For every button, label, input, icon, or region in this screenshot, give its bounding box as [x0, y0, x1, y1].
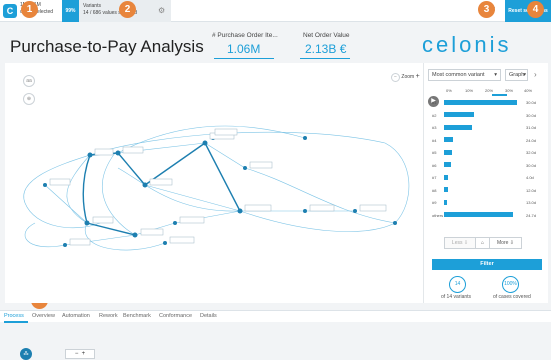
variant-list: #1 30.0d #2 30.0d #3 31.0d #4 24.0d #5 32.0d #6 30.…: [432, 98, 536, 284]
variant-dropdown-value: Most common variant: [432, 72, 485, 78]
chevron-down-icon: ▾: [494, 72, 497, 78]
variant-row-label: #2: [432, 112, 437, 118]
variant-row-bar[interactable]: [444, 112, 474, 117]
variant-row-throughput: 24.0d: [526, 137, 537, 143]
tab-overview[interactable]: Overview: [32, 313, 55, 319]
variant-row-bar[interactable]: [444, 137, 454, 142]
variant-row-label: #6: [432, 162, 437, 168]
zoom-in-button[interactable]: +: [416, 73, 420, 80]
gear-icon[interactable]: ⚙: [158, 6, 165, 15]
more-label: More: [497, 240, 509, 246]
page-title: Purchase-to-Pay Analysis: [10, 37, 204, 56]
variant-row-label: #9: [432, 200, 437, 205]
variant-row-throughput: 12.0d: [526, 187, 537, 193]
home-icon[interactable]: ⌂: [476, 237, 490, 249]
variant-row-throughput: 13.0d: [526, 200, 537, 205]
variant-row-throughput: 30.0d: [526, 100, 537, 105]
variant-row-label: #4: [432, 137, 437, 143]
chevron-down-icon: ▾: [523, 72, 526, 78]
variant-row-bar[interactable]: [444, 174, 448, 180]
variant-row-throughput: 4.0d: [526, 175, 534, 180]
variant-row-throughput: 30.0d: [526, 162, 537, 168]
activity-slider[interactable]: − +: [65, 349, 95, 359]
axis-tick: 0%: [446, 88, 452, 93]
cases-covered-stat: 100%: [502, 276, 519, 293]
axis-tick: 30%: [505, 88, 514, 93]
variant-row-throughput: 32.0d: [526, 150, 537, 155]
variant-row-throughput: 31.0d: [526, 125, 537, 130]
less-button[interactable]: Less ⇩: [444, 237, 476, 249]
less-label: Less: [451, 240, 463, 246]
variants-count-stat: 14: [449, 276, 466, 293]
variant-row-throughput: 30.0d: [526, 112, 537, 118]
more-button[interactable]: More ⇩: [490, 237, 522, 249]
tab-rework[interactable]: Rework: [99, 313, 118, 319]
cases-covered-caption: of cases covered: [493, 294, 531, 300]
graph-dropdown-value: Graph: [509, 72, 525, 78]
variant-row-label: #3: [432, 125, 437, 130]
kpi-purchase-order-items-value: 1.06M: [227, 42, 261, 56]
kpi-purchase-order-items-label: # Purchase Order Ite...: [212, 32, 278, 39]
variant-row-bar[interactable]: [444, 99, 517, 105]
network-icon[interactable]: ⁂: [20, 348, 32, 360]
axis-highlight: [492, 94, 507, 96]
variant-row-label: others: [432, 212, 444, 218]
zoom-label: Zoom: [401, 74, 415, 80]
tab-benchmark[interactable]: Benchmark: [123, 313, 151, 319]
sheet-tabs: Process Overview Automation Rework Bench…: [0, 310, 551, 323]
variant-row-label: #8: [432, 187, 437, 193]
kpi-net-order-value-label: Net Order Value: [303, 32, 350, 39]
active-tab-indicator: [4, 321, 28, 323]
zoom-out-button[interactable]: −: [391, 73, 400, 82]
axis-tick: 10%: [465, 88, 474, 93]
variant-row-label: #7: [432, 175, 437, 180]
annotation-marker-3: 3: [478, 1, 495, 18]
variant-row-bar[interactable]: [444, 212, 513, 217]
top-bar: C 1M of 1M cases selected 99% Variants 1…: [0, 0, 551, 22]
variant-row-bar[interactable]: [444, 162, 452, 167]
axis-tick: 20%: [485, 88, 494, 93]
zoom-control: − Zoom +: [391, 73, 420, 82]
variant-row-label: #1: [432, 100, 437, 105]
variant-dropdown[interactable]: Most common variant ▾: [428, 69, 501, 81]
tab-conformance[interactable]: Conformance: [159, 313, 192, 319]
tab-process[interactable]: Process: [4, 313, 24, 319]
variant-row-bar[interactable]: [444, 124, 473, 130]
chevron-right-icon[interactable]: ›: [534, 70, 537, 79]
less-more-controls: Less ⇩ ⌂ More ⇩: [444, 237, 544, 249]
variant-row-bar[interactable]: [444, 149, 452, 155]
graph-settings-button[interactable]: aa: [23, 75, 35, 87]
process-graph-panel[interactable]: aa ⊕ ⁂ − +: [5, 63, 423, 360]
variants-count-caption: of 14 variants: [441, 294, 472, 300]
annotation-marker-1: 1: [21, 1, 38, 18]
kpi-net-order-value-value: 2.13B €: [305, 42, 347, 56]
axis-tick: 40%: [524, 88, 533, 93]
variant-row-bar[interactable]: [444, 187, 448, 192]
variant-row-throughput: 24.7d: [526, 212, 537, 218]
kpi-underline: [300, 58, 350, 59]
cases-percent-badge: 99%: [62, 0, 79, 22]
tab-details[interactable]: Details: [200, 313, 217, 319]
graph-dropdown[interactable]: Graph ▾: [505, 69, 528, 81]
graph-bottom-controls: ⁂ − +: [20, 348, 100, 360]
annotation-marker-2: 2: [119, 1, 136, 18]
annotation-marker-4: 4: [527, 1, 544, 18]
kpi-underline: [214, 58, 274, 59]
filter-button[interactable]: Filter: [432, 259, 542, 270]
celonis-logo-icon: C: [3, 4, 17, 18]
variant-row-label: #5: [432, 150, 437, 155]
process-graph[interactable]: [5, 63, 423, 303]
tab-automation[interactable]: Automation: [62, 313, 90, 319]
variant-row-bar[interactable]: [444, 199, 448, 205]
celonis-brand-logo: celonis: [422, 32, 512, 57]
graph-view-button[interactable]: ⊕: [23, 93, 35, 105]
